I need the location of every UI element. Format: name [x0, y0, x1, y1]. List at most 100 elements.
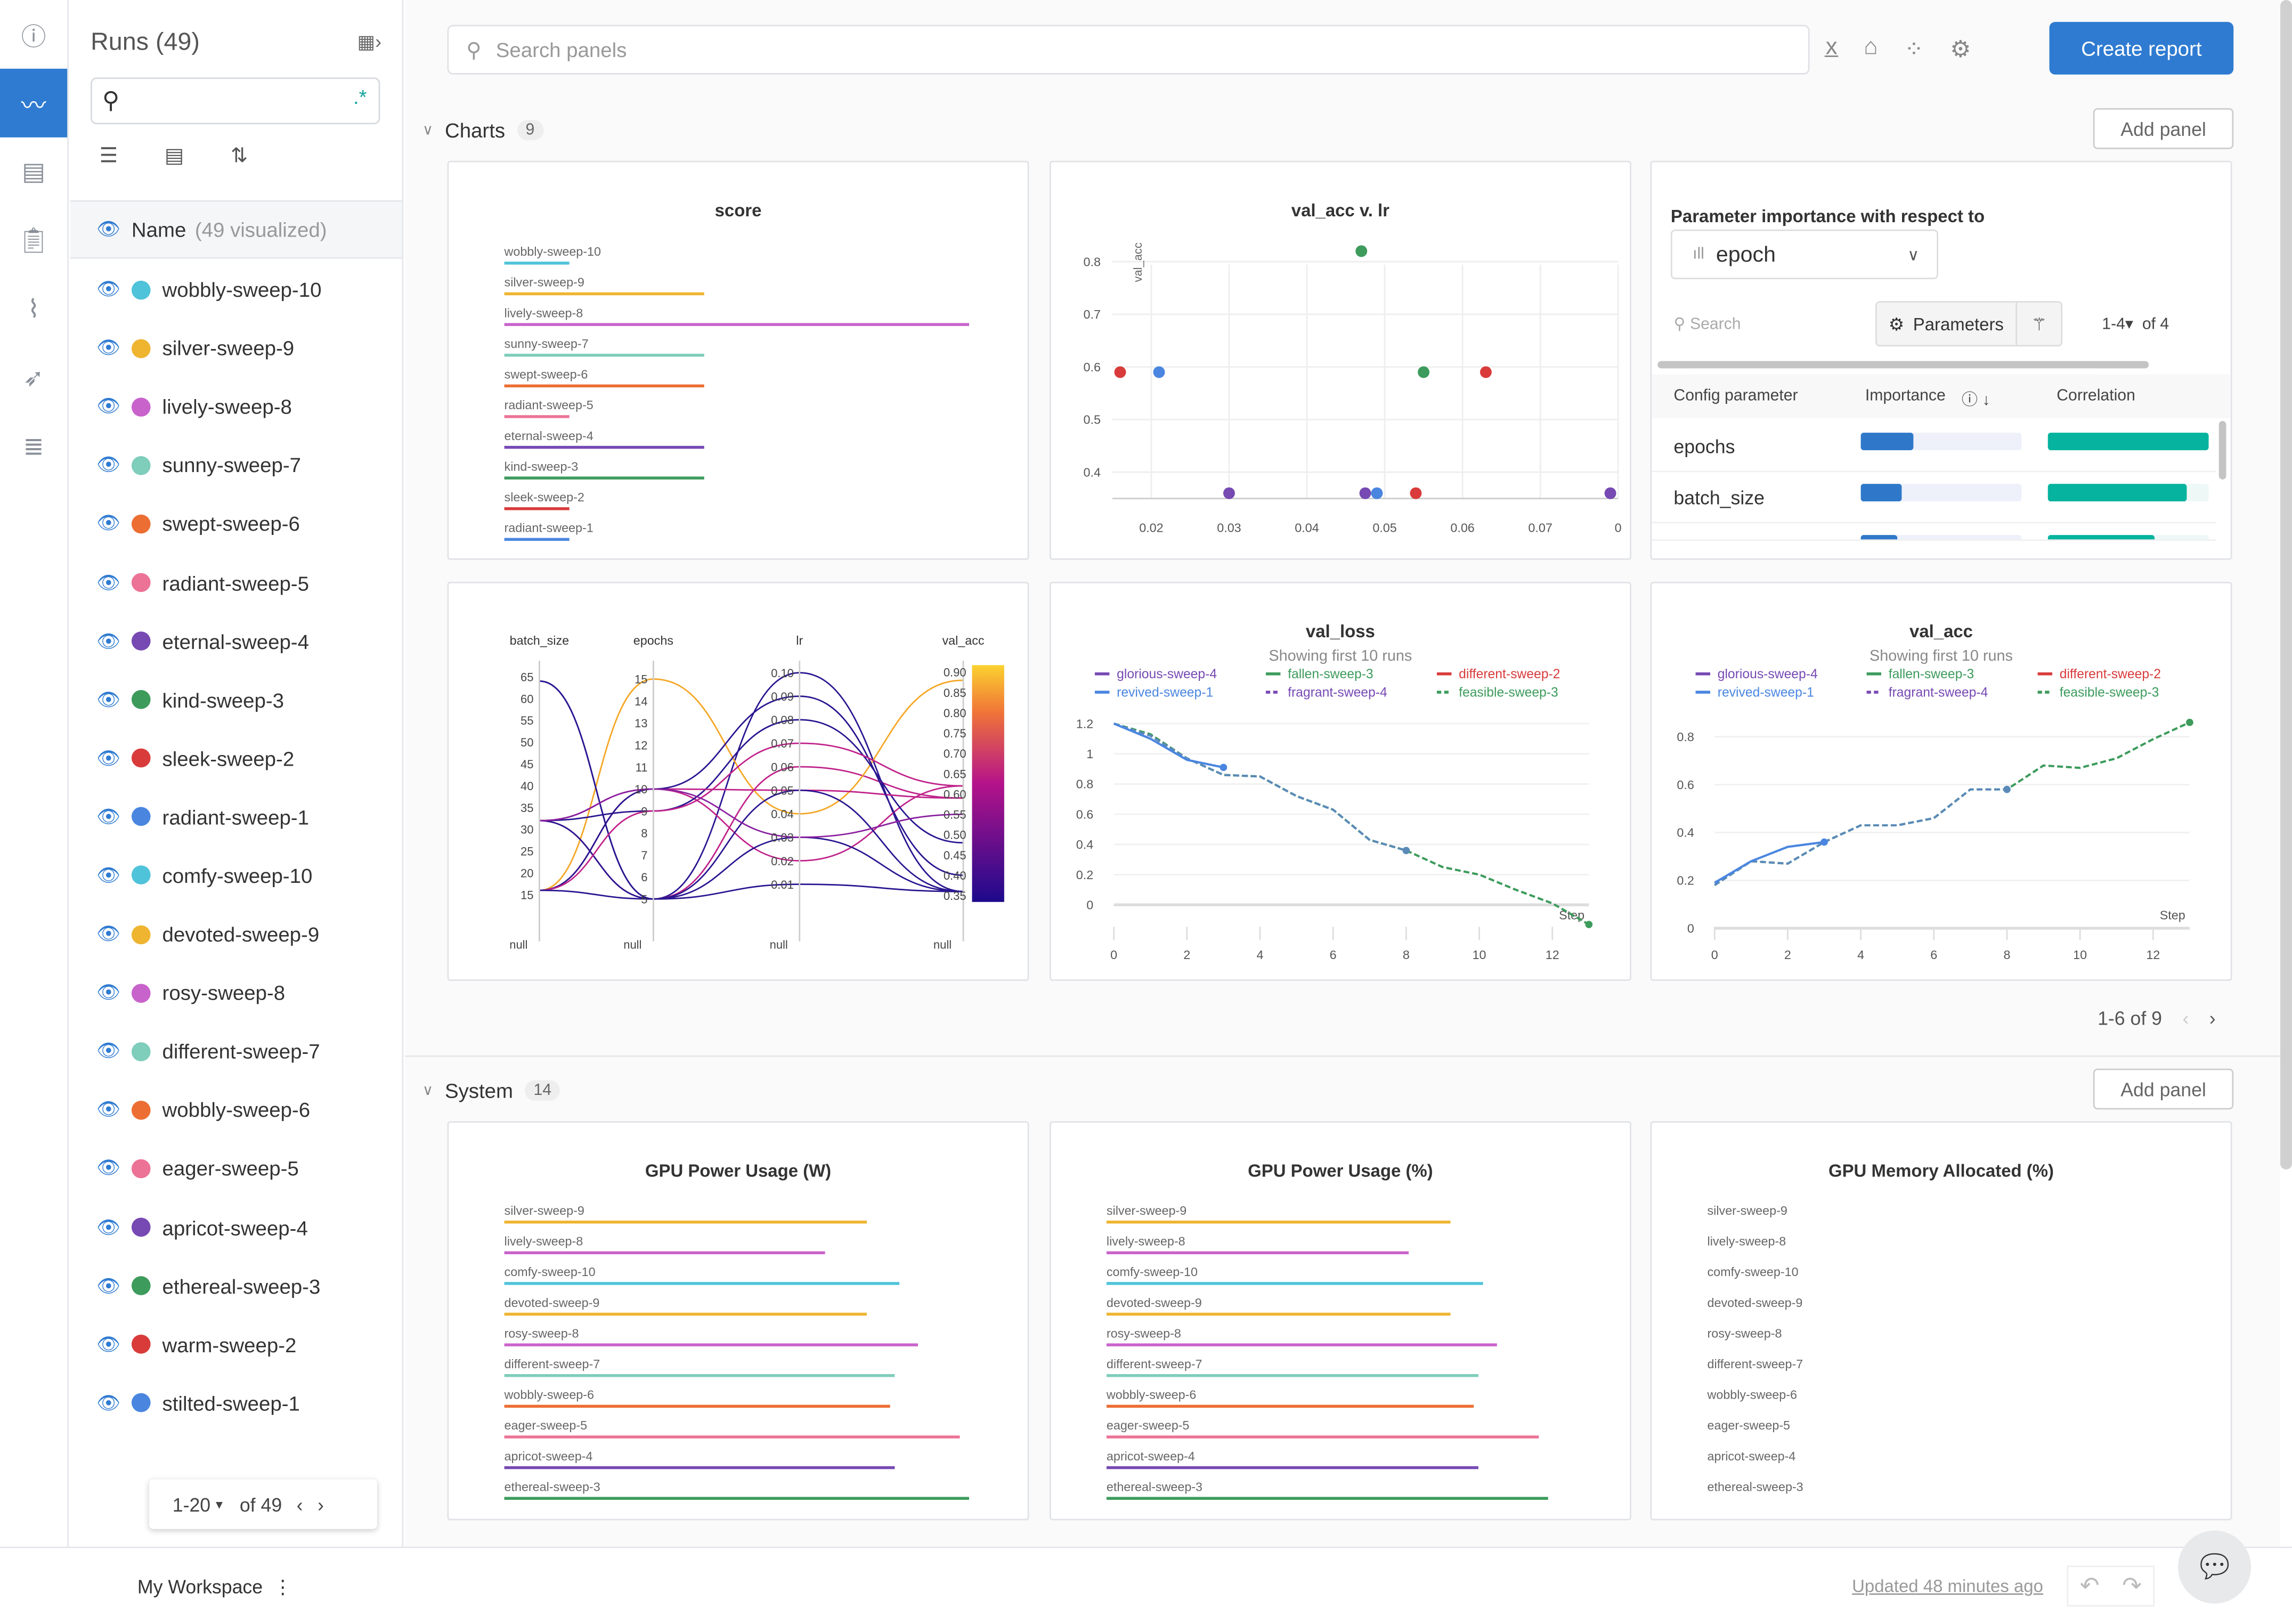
- run-name[interactable]: comfy-sweep-10: [162, 864, 313, 887]
- importance-sort-header[interactable]: Importance: [1865, 387, 1946, 405]
- eye-icon[interactable]: 👁︎: [96, 1333, 132, 1356]
- run-color-dot[interactable]: [131, 749, 151, 768]
- report-icon[interactable]: 📋︎: [0, 206, 67, 275]
- run-name[interactable]: silver-sweep-9: [162, 336, 295, 360]
- add-panel-button[interactable]: Add panel: [2093, 1068, 2234, 1110]
- sort-icon[interactable]: ⇅: [231, 143, 248, 168]
- run-item[interactable]: 👁︎ apricot-sweep-4: [70, 1198, 402, 1256]
- smoothing-icon[interactable]: ⌂: [1864, 35, 1878, 64]
- eye-icon[interactable]: 👁︎: [96, 629, 132, 653]
- rocket-icon[interactable]: ➶: [0, 344, 67, 412]
- eye-icon[interactable]: 👁︎: [96, 1157, 132, 1180]
- eye-icon[interactable]: 👁︎: [96, 218, 132, 241]
- database-icon[interactable]: ≣: [0, 412, 67, 481]
- search-panels-input[interactable]: ⚲ Search panels: [447, 25, 1810, 75]
- table-icon[interactable]: ▤: [0, 137, 67, 206]
- magic-wand-icon[interactable]: ⚚: [2017, 314, 2061, 334]
- gear-icon[interactable]: ⚙: [1950, 35, 1971, 64]
- page-select[interactable]: 1-4: [2102, 316, 2125, 334]
- x-axis-icon[interactable]: x̲: [1826, 35, 1838, 64]
- prev-page-icon[interactable]: ‹: [2182, 1007, 2189, 1029]
- eye-icon[interactable]: 👁︎: [96, 688, 132, 711]
- info-icon[interactable]: ⓘ: [0, 0, 67, 69]
- chart-icon[interactable]: 〰: [0, 68, 68, 137]
- run-color-dot[interactable]: [131, 1217, 151, 1237]
- run-color-dot[interactable]: [131, 631, 151, 651]
- eye-icon[interactable]: 👁︎: [96, 1274, 132, 1297]
- run-name[interactable]: warm-sweep-2: [162, 1333, 297, 1356]
- chat-icon[interactable]: 💬︎: [2177, 1530, 2252, 1604]
- run-name[interactable]: radiant-sweep-1: [162, 805, 309, 829]
- horizontal-scrollbar[interactable]: [1657, 361, 2149, 369]
- run-item[interactable]: 👁︎ kind-sweep-3: [70, 670, 402, 729]
- run-name[interactable]: different-sweep-7: [162, 1040, 320, 1063]
- eye-icon[interactable]: 👁︎: [96, 336, 132, 360]
- eye-icon[interactable]: 👁︎: [96, 512, 132, 535]
- run-item[interactable]: 👁︎ warm-sweep-2: [70, 1315, 402, 1374]
- eye-icon[interactable]: 👁︎: [96, 571, 132, 594]
- eye-icon[interactable]: 👁︎: [96, 395, 132, 418]
- run-name[interactable]: stilted-sweep-1: [162, 1391, 300, 1415]
- run-name[interactable]: apricot-sweep-4: [162, 1215, 308, 1239]
- run-item[interactable]: 👁︎ different-sweep-7: [70, 1022, 402, 1081]
- run-color-dot[interactable]: [131, 1100, 151, 1120]
- run-color-dot[interactable]: [131, 456, 151, 475]
- eye-icon[interactable]: 👁︎: [96, 922, 132, 946]
- run-item[interactable]: 👁︎ rosy-sweep-8: [70, 963, 402, 1022]
- regex-toggle[interactable]: .*: [353, 85, 367, 108]
- updated-link[interactable]: Updated 48 minutes ago: [1852, 1576, 2043, 1596]
- run-name[interactable]: sunny-sweep-7: [162, 453, 301, 477]
- run-name[interactable]: wobbly-sweep-10: [162, 278, 322, 301]
- run-item[interactable]: 👁︎ swept-sweep-6: [70, 494, 402, 553]
- eye-icon[interactable]: 👁︎: [96, 1215, 132, 1239]
- run-color-dot[interactable]: [131, 573, 151, 592]
- run-item[interactable]: 👁︎ devoted-sweep-9: [70, 905, 402, 963]
- eye-icon[interactable]: 👁︎: [96, 746, 132, 770]
- run-name[interactable]: kind-sweep-3: [162, 688, 284, 711]
- run-item[interactable]: 👁︎ comfy-sweep-10: [70, 846, 402, 905]
- sweep-brush-icon[interactable]: ⌇: [0, 275, 67, 344]
- eye-icon[interactable]: 👁︎: [96, 453, 132, 477]
- redo-icon[interactable]: ↷: [2122, 1571, 2142, 1601]
- run-name[interactable]: ethereal-sweep-3: [162, 1274, 321, 1297]
- run-item[interactable]: 👁︎ radiant-sweep-1: [70, 787, 402, 846]
- run-color-dot[interactable]: [131, 280, 151, 299]
- run-color-dot[interactable]: [131, 338, 151, 358]
- run-color-dot[interactable]: [131, 514, 151, 534]
- undo-icon[interactable]: ↶: [2080, 1571, 2100, 1601]
- run-name[interactable]: eternal-sweep-4: [162, 629, 309, 653]
- run-item[interactable]: 👁︎ lively-sweep-8: [70, 377, 402, 436]
- eye-icon[interactable]: 👁︎: [96, 864, 132, 887]
- eye-icon[interactable]: 👁︎: [96, 981, 132, 1004]
- system-section-header[interactable]: ∨ System 14: [422, 1079, 560, 1102]
- run-item[interactable]: 👁︎ stilted-sweep-1: [70, 1374, 402, 1432]
- run-color-dot[interactable]: [131, 397, 151, 417]
- add-panel-button[interactable]: Add panel: [2093, 108, 2234, 149]
- parameters-button[interactable]: ⚙ Parameters: [1877, 302, 2018, 345]
- run-color-dot[interactable]: [131, 1042, 151, 1061]
- run-item[interactable]: 👁︎ radiant-sweep-5: [70, 553, 402, 612]
- run-color-dot[interactable]: [131, 866, 151, 886]
- run-item[interactable]: 👁︎ wobbly-sweep-6: [70, 1081, 402, 1139]
- run-item[interactable]: 👁︎ silver-sweep-9: [70, 319, 402, 377]
- run-color-dot[interactable]: [131, 807, 151, 827]
- filter-icon[interactable]: ☰: [100, 143, 118, 168]
- run-item[interactable]: 👁︎ wobbly-sweep-10: [70, 260, 402, 319]
- run-color-dot[interactable]: [131, 690, 151, 710]
- name-column-header[interactable]: Name: [132, 218, 186, 241]
- group-icon[interactable]: ▤: [165, 143, 184, 168]
- run-color-dot[interactable]: [131, 1393, 151, 1413]
- workspace-menu[interactable]: My Workspace ⋮: [137, 1576, 292, 1599]
- metric-select[interactable]: ıll epoch ∨: [1670, 229, 1939, 280]
- run-item[interactable]: 👁︎ sleek-sweep-2: [70, 729, 402, 787]
- prev-page-icon[interactable]: ‹: [297, 1493, 303, 1515]
- run-name[interactable]: lively-sweep-8: [162, 395, 292, 418]
- outliers-icon[interactable]: ⁘: [1904, 35, 1924, 64]
- page-scrollbar[interactable]: [2280, 0, 2292, 1170]
- next-page-icon[interactable]: ›: [318, 1493, 324, 1515]
- run-color-dot[interactable]: [131, 1335, 151, 1354]
- run-name[interactable]: sleek-sweep-2: [162, 746, 295, 770]
- eye-icon[interactable]: 👁︎: [96, 278, 132, 301]
- next-page-icon[interactable]: ›: [2209, 1007, 2216, 1029]
- run-color-dot[interactable]: [131, 1159, 151, 1179]
